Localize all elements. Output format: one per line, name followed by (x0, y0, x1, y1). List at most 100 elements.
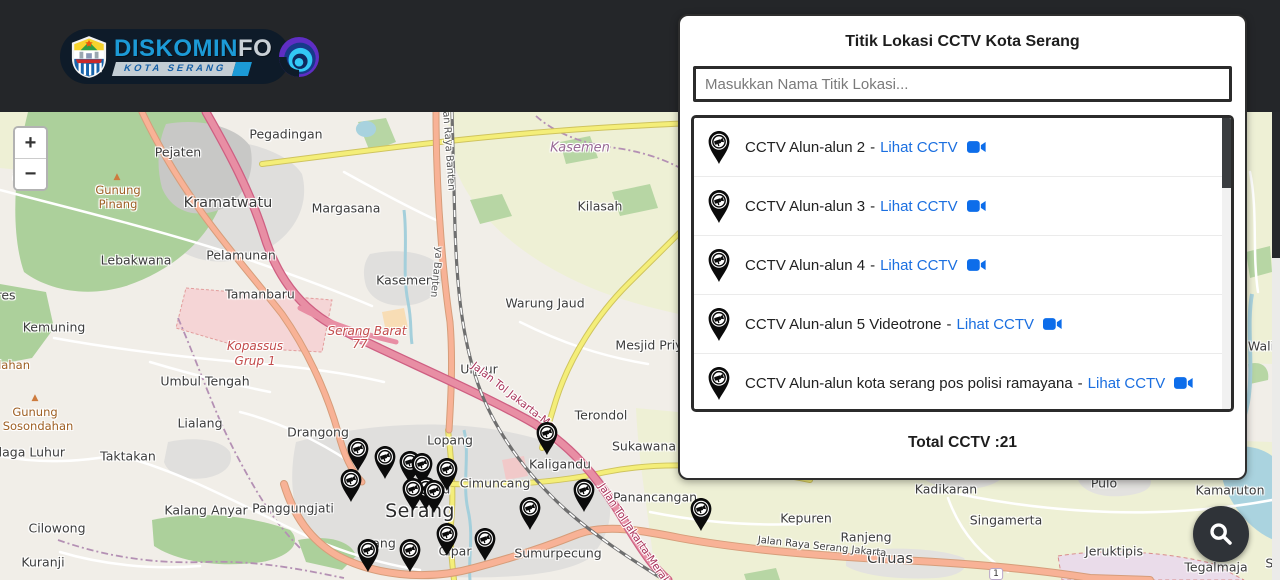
cctv-map-marker[interactable] (517, 496, 543, 531)
map-label: Lialang (177, 416, 222, 431)
cctv-pin-icon (421, 479, 447, 514)
logo-text-block: DISKOMINFO KOTA SERANG (114, 37, 272, 76)
map-label: Gunung (95, 183, 140, 197)
cctv-list-item: CCTV Alun-alun kota serang pos polisi ra… (694, 354, 1231, 412)
cctv-list-item: CCTV Alun-alun 5 Videotrone - Lihat CCTV (694, 295, 1231, 354)
cctv-map-marker[interactable] (688, 497, 714, 532)
video-camera-icon[interactable] (967, 258, 986, 272)
map-label: Kadikaran (915, 482, 977, 497)
map-label: Margasana (312, 201, 381, 216)
map-label: Taktakan (100, 449, 156, 464)
map-label: Grup 1 (235, 354, 276, 368)
panel-title: Titik Lokasi CCTV Kota Serang (680, 33, 1245, 51)
map-label: Lopang (427, 433, 473, 448)
map-zoom-control: + − (13, 126, 48, 191)
logo-subtitle-strip: KOTA SERANG (112, 62, 274, 76)
map-label: Sosondahan (3, 419, 74, 433)
cctv-map-page: { "colors":{"header_bg":"#242629","accen… (0, 0, 1280, 580)
lihat-cctv-link[interactable]: Lihat CCTV (957, 316, 1035, 333)
cctv-list-item: CCTV Alun-alun 2 - Lihat CCTV (694, 118, 1231, 177)
zoom-out-button[interactable]: − (15, 158, 46, 189)
kota-serang-crest-icon (70, 35, 108, 79)
cctv-map-marker[interactable] (338, 468, 364, 503)
separator-dash: - (870, 139, 875, 156)
cctv-map-marker[interactable] (421, 479, 447, 514)
cctv-pin-icon (355, 538, 381, 573)
video-camera-icon[interactable] (967, 199, 986, 213)
separator-dash: - (870, 198, 875, 215)
map-tile-gap-light (1272, 258, 1280, 580)
map-label: Serang Barat (328, 324, 407, 338)
cctv-pin-icon (434, 522, 460, 557)
lihat-cctv-link[interactable]: Lihat CCTV (880, 139, 958, 156)
cctv-map-marker[interactable] (472, 527, 498, 562)
cctv-list-item: CCTV Alun-alun 4 - Lihat CCTV (694, 236, 1231, 295)
cctv-map-marker[interactable] (345, 437, 371, 472)
cctv-pin-icon (706, 189, 732, 223)
map-label: Jeruktipis (1085, 544, 1143, 559)
cctv-map-marker[interactable] (571, 478, 597, 513)
cctv-map-marker[interactable] (372, 445, 398, 480)
cctv-map-marker[interactable] (434, 522, 460, 557)
kominfo-wave-icon (278, 36, 320, 78)
cctv-item-text: CCTV Alun-alun 3 - Lihat CCTV (745, 198, 986, 215)
search-fab-button[interactable] (1193, 506, 1249, 562)
diskominfo-logo[interactable]: DISKOMINFO KOTA SERANG (60, 29, 290, 84)
magnifier-icon (1208, 521, 1234, 547)
map-label: Sumurpecung (514, 546, 601, 561)
cctv-pin-icon (706, 248, 732, 283)
map-label: Pegadingan (249, 127, 322, 142)
cctv-pin-icon (517, 496, 543, 531)
cctv-name: CCTV Alun-alun 4 (745, 257, 865, 274)
cctv-pin-icon (706, 130, 732, 165)
video-camera-icon[interactable] (967, 140, 986, 154)
lihat-cctv-link[interactable]: Lihat CCTV (880, 257, 958, 274)
logo-title: DISKOMINFO (114, 37, 272, 61)
map-label: elaga Luhur (0, 445, 65, 460)
map-label: Pejaten (155, 145, 201, 160)
list-scrollbar-thumb[interactable] (1222, 118, 1231, 188)
cctv-list-item: CCTV Alun-alun 3 - Lihat CCTV (694, 177, 1231, 236)
map-label: Wali (1248, 339, 1274, 354)
cctv-item-text: CCTV Alun-alun 4 - Lihat CCTV (745, 257, 986, 274)
cctv-list: CCTV Alun-alun 2 - Lihat CCTV CCTV Alun-… (691, 115, 1234, 412)
map-label: Kalang Anyar (164, 503, 247, 518)
logo-strip-accent (232, 62, 252, 76)
separator-dash: - (870, 257, 875, 274)
cctv-map-marker[interactable] (355, 538, 381, 573)
cctv-pin-icon (706, 366, 732, 401)
search-input[interactable] (693, 66, 1232, 102)
cctv-pin-icon (706, 189, 732, 224)
map-label: ▲ (114, 172, 121, 182)
map-label: Kilasah (578, 199, 623, 214)
map-label: Ranjeng (840, 530, 891, 545)
cctv-location-panel: Titik Lokasi CCTV Kota Serang CCTV Alun-… (678, 14, 1247, 480)
map-label: dahan (0, 358, 30, 372)
cctv-map-marker[interactable] (397, 538, 423, 573)
cctv-map-marker[interactable] (534, 421, 560, 456)
map-label: 1 (989, 568, 1003, 580)
map-label: Tegalmaja (1184, 560, 1247, 575)
cctv-item-text: CCTV Alun-alun kota serang pos polisi ra… (745, 375, 1193, 392)
lihat-cctv-link[interactable]: Lihat CCTV (880, 198, 958, 215)
zoom-in-button[interactable]: + (15, 128, 46, 158)
cctv-pin-icon (706, 307, 732, 342)
separator-dash: - (1078, 375, 1083, 392)
map-label: Gunung (12, 405, 57, 419)
map-label: ▲ (32, 393, 39, 403)
map-label: Umbul Tengah (160, 374, 249, 389)
list-scrollbar[interactable] (1222, 118, 1231, 409)
map-label: res (0, 288, 16, 303)
video-camera-icon[interactable] (1043, 317, 1062, 331)
map-label: Kramatwatu (184, 195, 273, 211)
map-label: Pelamunan (206, 248, 276, 263)
map-label: Pinang (99, 197, 138, 211)
cctv-pin-icon (397, 538, 423, 573)
separator-dash: - (947, 316, 952, 333)
cctv-pin-icon (534, 421, 560, 456)
cctv-pin-icon (706, 307, 732, 341)
video-camera-icon[interactable] (1174, 376, 1193, 390)
map-label: Kasemen (376, 273, 434, 288)
map-label: Singamerta (970, 513, 1043, 528)
lihat-cctv-link[interactable]: Lihat CCTV (1088, 375, 1166, 392)
